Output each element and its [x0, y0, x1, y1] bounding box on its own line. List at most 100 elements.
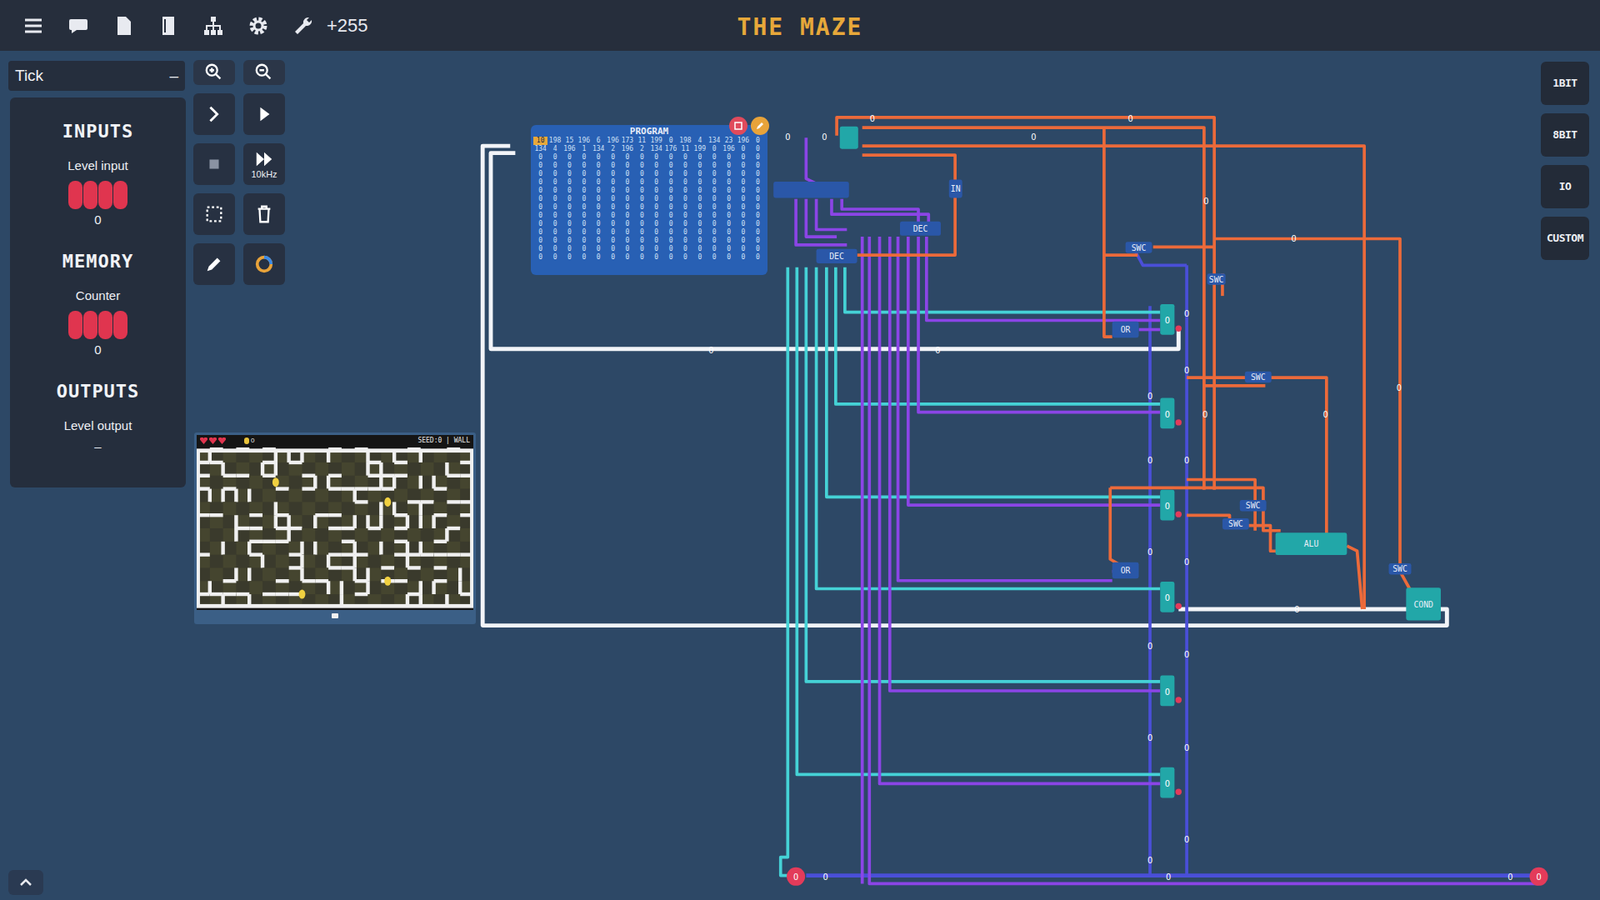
program-cell[interactable]: 0 — [547, 195, 562, 204]
program-cell[interactable]: 0 — [663, 203, 678, 212]
program-cell[interactable]: 0 — [576, 220, 591, 229]
program-cell[interactable]: 0 — [678, 186, 693, 195]
program-cell[interactable]: 0 — [576, 170, 591, 179]
program-cell[interactable]: 0 — [649, 170, 664, 179]
program-cell[interactable]: 0 — [547, 245, 562, 254]
program-cell[interactable]: 0 — [678, 203, 693, 212]
program-cell[interactable]: 0 — [576, 245, 591, 254]
program-cell[interactable]: 0 — [533, 161, 548, 170]
program-cell[interactable]: 0 — [649, 211, 664, 220]
program-cell[interactable]: 0 — [649, 228, 664, 237]
program-cell[interactable]: 0 — [750, 195, 765, 204]
program-cell[interactable]: 0 — [735, 145, 750, 154]
program-cell[interactable]: 0 — [547, 161, 562, 170]
program-cell[interactable]: 196 — [735, 136, 750, 145]
edit-icon[interactable] — [750, 116, 770, 135]
program-cell[interactable]: 0 — [576, 203, 591, 212]
program-cell[interactable]: 0 — [692, 186, 707, 195]
stop-button[interactable] — [193, 143, 235, 185]
program-cell[interactable]: 0 — [678, 245, 693, 254]
program-cell[interactable]: 0 — [562, 178, 577, 187]
program-cell[interactable]: 0 — [591, 253, 606, 262]
program-cell[interactable]: 0 — [750, 236, 765, 245]
program-cell[interactable]: 0 — [721, 178, 736, 187]
program-cell[interactable]: 0 — [562, 161, 577, 170]
program-cell[interactable]: 0 — [576, 161, 591, 170]
program-cell[interactable]: 1 — [576, 145, 591, 154]
program-cell[interactable]: 0 — [605, 253, 620, 262]
chat-icon[interactable] — [66, 14, 90, 38]
gear-icon[interactable] — [246, 14, 270, 38]
program-cell[interactable]: 0 — [547, 220, 562, 229]
program-cell[interactable]: 0 — [721, 186, 736, 195]
program-cell[interactable]: 0 — [707, 170, 722, 179]
program-cell[interactable]: 0 — [547, 236, 562, 245]
program-cell[interactable]: 0 — [692, 211, 707, 220]
bit-display[interactable] — [68, 180, 128, 210]
program-cell[interactable]: 0 — [576, 236, 591, 245]
program-cell[interactable]: 0 — [721, 153, 736, 162]
program-cell[interactable]: 0 — [692, 245, 707, 254]
program-cell[interactable]: 0 — [591, 236, 606, 245]
program-cell[interactable]: 0 — [533, 186, 548, 195]
program-cell[interactable]: 0 — [692, 253, 707, 262]
program-cell[interactable]: 0 — [649, 236, 664, 245]
program-cell[interactable]: 0 — [707, 245, 722, 254]
program-cell[interactable]: 0 — [721, 195, 736, 204]
program-cell[interactable]: 0 — [533, 220, 548, 229]
program-cell[interactable]: 0 — [605, 228, 620, 237]
program-cell[interactable]: 0 — [591, 245, 606, 254]
program-cell[interactable]: 0 — [591, 153, 606, 162]
program-cell[interactable]: 0 — [620, 153, 635, 162]
program-cell[interactable]: 134 — [707, 136, 722, 145]
program-cell[interactable]: 0 — [663, 245, 678, 254]
program-cell[interactable]: 134 — [533, 145, 548, 154]
zoom-in-button[interactable] — [193, 60, 235, 85]
program-cell[interactable]: 0 — [635, 161, 650, 170]
program-cell[interactable]: 0 — [750, 145, 765, 154]
program-cell[interactable]: 0 — [735, 220, 750, 229]
document-icon[interactable] — [111, 14, 135, 38]
zoom-out-button[interactable] — [243, 60, 285, 85]
program-memory[interactable]: PROGRAM101981519661961731119901984134231… — [530, 125, 768, 275]
program-cell[interactable]: 0 — [547, 186, 562, 195]
program-cell[interactable]: 0 — [692, 178, 707, 187]
program-cell[interactable]: 0 — [547, 153, 562, 162]
program-cell[interactable]: 196 — [576, 136, 591, 145]
program-cell[interactable]: 0 — [605, 236, 620, 245]
program-cell[interactable]: 196 — [605, 136, 620, 145]
program-cell[interactable]: 0 — [635, 220, 650, 229]
palette-button[interactable]: IO — [1540, 165, 1590, 209]
program-cell[interactable]: 0 — [635, 236, 650, 245]
program-cell[interactable]: 0 — [707, 253, 722, 262]
program-cell[interactable]: 0 — [692, 170, 707, 179]
program-cell[interactable]: 0 — [620, 236, 635, 245]
program-cell[interactable]: 0 — [562, 236, 577, 245]
program-cell[interactable]: 0 — [692, 195, 707, 204]
program-cell[interactable]: 0 — [533, 195, 548, 204]
trash-button[interactable] — [243, 193, 285, 235]
program-cell[interactable]: 0 — [692, 153, 707, 162]
program-cell[interactable]: 0 — [707, 220, 722, 229]
bit-display[interactable] — [68, 310, 128, 340]
program-cell[interactable]: 0 — [547, 253, 562, 262]
program-cell[interactable]: 0 — [591, 186, 606, 195]
program-cell[interactable]: 4 — [547, 145, 562, 154]
program-cell[interactable]: 0 — [678, 211, 693, 220]
program-cell[interactable]: 134 — [591, 145, 606, 154]
program-cell[interactable]: 0 — [750, 253, 765, 262]
program-cell[interactable]: 0 — [721, 170, 736, 179]
program-cell[interactable]: 0 — [735, 186, 750, 195]
program-cell[interactable]: 0 — [750, 161, 765, 170]
program-cell[interactable]: 0 — [591, 195, 606, 204]
program-cell[interactable]: 11 — [635, 136, 650, 145]
program-cell[interactable]: 0 — [533, 153, 548, 162]
program-cell[interactable]: 0 — [533, 203, 548, 212]
program-cell[interactable]: 0 — [750, 153, 765, 162]
program-cell[interactable]: 0 — [591, 170, 606, 179]
program-cell[interactable]: 0 — [635, 203, 650, 212]
program-cell[interactable]: 196 — [620, 145, 635, 154]
program-cell[interactable]: 0 — [678, 170, 693, 179]
program-cell[interactable]: 0 — [678, 220, 693, 229]
program-cell[interactable]: 0 — [591, 228, 606, 237]
